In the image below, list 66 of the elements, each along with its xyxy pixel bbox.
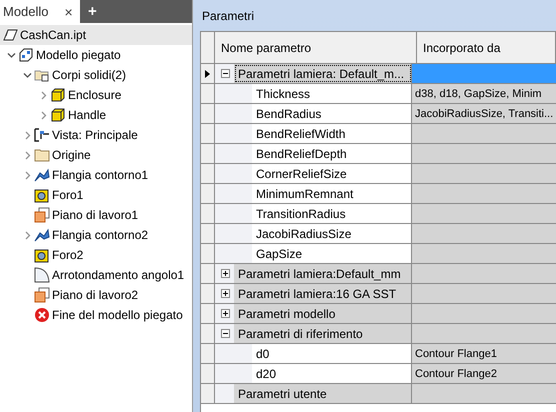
tree-item[interactable]: Foro1 bbox=[0, 185, 192, 205]
chevron-right-icon[interactable] bbox=[22, 230, 32, 240]
cube-icon bbox=[50, 107, 66, 123]
chevron-down-icon[interactable] bbox=[22, 70, 32, 80]
flange-icon bbox=[34, 227, 50, 243]
tree-gutter bbox=[215, 144, 252, 163]
hole-icon bbox=[34, 187, 50, 203]
view-icon bbox=[34, 127, 50, 143]
add-tab-button[interactable]: + bbox=[88, 3, 97, 20]
tree-gutter bbox=[215, 124, 252, 143]
tree-gutter bbox=[215, 184, 252, 203]
group-name-cell[interactable]: Parametri lamiera:16 GA SST bbox=[234, 284, 412, 303]
tree-item[interactable]: Piano di lavoro2 bbox=[0, 285, 192, 305]
panel-title: Parametri bbox=[201, 8, 256, 24]
tree-item[interactable]: Origine bbox=[0, 145, 192, 165]
tree-item[interactable]: Flangia contorno1 bbox=[0, 165, 192, 185]
row-pointer-icon bbox=[205, 70, 210, 78]
fillet-icon bbox=[34, 267, 50, 283]
tree-item[interactable]: Corpi solidi(2) bbox=[0, 65, 192, 85]
group-name-cell[interactable]: Parametri lamiera:Default_mm bbox=[234, 264, 412, 283]
work-plane-icon bbox=[34, 207, 50, 223]
expand-icon[interactable] bbox=[221, 269, 230, 278]
flange-icon bbox=[34, 167, 50, 183]
collapse-icon[interactable] bbox=[221, 69, 230, 78]
tree-gutter bbox=[215, 204, 252, 223]
group-name-cell[interactable]: Parametri modello bbox=[234, 304, 412, 323]
chevron-right-icon[interactable] bbox=[22, 130, 32, 140]
row-header[interactable] bbox=[201, 64, 215, 83]
column-header[interactable]: Incorporato da bbox=[417, 32, 556, 63]
group-name-cell[interactable]: Parametri di riferimento bbox=[234, 324, 412, 343]
chevron-right-icon[interactable] bbox=[22, 150, 32, 160]
work-plane-icon bbox=[34, 287, 50, 303]
group-name-cell[interactable]: Parametri utente bbox=[234, 384, 412, 403]
tree-gutter bbox=[215, 224, 252, 243]
used-by-cell: Contour Flange2 bbox=[412, 364, 556, 383]
used-by-cell: Contour Flange1 bbox=[412, 344, 556, 363]
folder-icon bbox=[34, 147, 50, 163]
close-button[interactable]: × bbox=[64, 4, 73, 20]
end-of-part-icon bbox=[34, 307, 50, 323]
tree-item[interactable]: Vista: Principale bbox=[0, 125, 192, 145]
tree-item[interactable]: Piano di lavoro1 bbox=[0, 205, 192, 225]
tree-item[interactable]: Handle bbox=[0, 105, 192, 125]
hole-icon bbox=[34, 247, 50, 263]
tree-item[interactable]: CashCan.ipt bbox=[0, 25, 192, 45]
collapse-icon[interactable] bbox=[221, 329, 230, 338]
tree-item[interactable]: Enclosure bbox=[0, 85, 192, 105]
chevron-down-icon[interactable] bbox=[6, 50, 16, 60]
used-by-cell: d38, d18, GapSize, Minim bbox=[412, 84, 556, 103]
column-header[interactable]: Nome parametro bbox=[215, 32, 417, 63]
tree-item[interactable]: Foro2 bbox=[0, 245, 192, 265]
chevron-right-icon[interactable] bbox=[22, 170, 32, 180]
sheet-metal-icon bbox=[18, 47, 34, 63]
cube-icon bbox=[50, 87, 66, 103]
tree-item[interactable]: Modello piegato bbox=[0, 45, 192, 65]
chevron-right-icon[interactable] bbox=[38, 90, 48, 100]
chevron-right-icon[interactable] bbox=[38, 110, 48, 120]
tree-item[interactable]: Fine del modello piegato bbox=[0, 305, 192, 325]
tree-gutter bbox=[215, 164, 252, 183]
tree-item[interactable]: Flangia contorno2 bbox=[0, 225, 192, 245]
used-by-cell: JacobiRadiusSize, Transiti... bbox=[412, 104, 556, 123]
expand-icon[interactable] bbox=[221, 309, 230, 318]
tree-item[interactable]: Arrotondamento angolo1 bbox=[0, 265, 192, 285]
group-name-cell[interactable]: Parametri lamiera: Default_m... bbox=[234, 64, 412, 83]
expand-icon[interactable] bbox=[221, 289, 230, 298]
part-icon bbox=[2, 27, 18, 43]
tree-gutter bbox=[215, 104, 252, 123]
